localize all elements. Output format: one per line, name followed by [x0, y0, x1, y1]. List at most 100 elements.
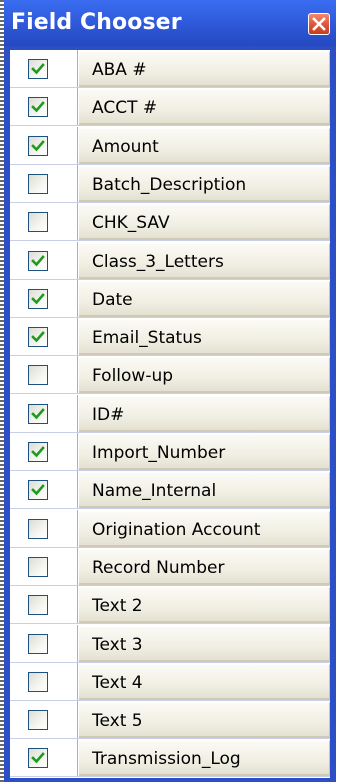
- field-row: Batch_Description: [10, 165, 330, 203]
- field-checkbox[interactable]: [28, 557, 48, 577]
- field-chooser-window: Field Chooser ABA # ACCT # Amount Batch_Des…: [4, 0, 336, 782]
- field-label: ACCT #: [92, 98, 158, 118]
- field-label: Origination Account: [92, 520, 261, 540]
- checkbox-cell: [10, 242, 78, 280]
- checkbox-cell: [10, 165, 78, 203]
- field-button[interactable]: Name_Internal: [79, 472, 330, 508]
- field-label: Text 2: [92, 596, 143, 616]
- checkmark-icon: [31, 408, 45, 420]
- field-label: Transmission_Log: [92, 749, 241, 769]
- field-button[interactable]: Import_Number: [79, 434, 330, 470]
- field-checkbox[interactable]: [28, 289, 48, 309]
- checkmark-icon: [31, 140, 45, 152]
- field-checkbox[interactable]: [28, 136, 48, 156]
- field-checkbox[interactable]: [28, 710, 48, 730]
- checkbox-cell: [10, 548, 78, 586]
- checkmark-icon: [31, 331, 45, 343]
- titlebar[interactable]: Field Chooser: [4, 0, 336, 46]
- field-label: ID#: [92, 405, 125, 425]
- row-divider: [10, 508, 330, 509]
- checkmark-icon: [31, 752, 45, 764]
- checkbox-cell: [10, 203, 78, 241]
- checkbox-cell: [10, 510, 78, 548]
- field-checkbox[interactable]: [28, 442, 48, 462]
- row-divider: [10, 240, 330, 241]
- checkbox-cell: [10, 471, 78, 509]
- field-row: Record Number: [10, 548, 330, 586]
- field-checkbox[interactable]: [28, 634, 48, 654]
- field-button[interactable]: ACCT #: [79, 89, 330, 125]
- field-row: Origination Account: [10, 510, 330, 548]
- field-button[interactable]: Email_Status: [79, 319, 330, 355]
- field-label: Name_Internal: [92, 481, 217, 501]
- field-row: Text 3: [10, 625, 330, 663]
- field-label: CHK_SAV: [92, 213, 170, 233]
- field-list: ABA # ACCT # Amount Batch_Description CHK_SA…: [10, 50, 330, 778]
- field-button[interactable]: CHK_SAV: [79, 204, 330, 240]
- checkmark-icon: [31, 101, 45, 113]
- field-checkbox[interactable]: [28, 365, 48, 385]
- checkbox-cell: [10, 625, 78, 663]
- checkbox-cell: [10, 356, 78, 394]
- field-row: Text 2: [10, 586, 330, 624]
- field-row: CHK_SAV: [10, 203, 330, 241]
- checkmark-icon: [31, 484, 45, 496]
- field-checkbox[interactable]: [28, 251, 48, 271]
- field-checkbox[interactable]: [28, 97, 48, 117]
- field-button[interactable]: Class_3_Letters: [79, 243, 330, 279]
- checkbox-cell: [10, 739, 78, 777]
- field-checkbox[interactable]: [28, 59, 48, 79]
- field-checkbox[interactable]: [28, 519, 48, 539]
- field-button[interactable]: Transmission_Log: [79, 740, 330, 776]
- field-label: Follow-up: [92, 366, 174, 386]
- checkbox-cell: [10, 701, 78, 739]
- field-checkbox[interactable]: [28, 748, 48, 768]
- checkbox-cell: [10, 395, 78, 433]
- field-row: Transmission_Log: [10, 739, 330, 777]
- field-button[interactable]: ABA #: [79, 51, 330, 87]
- field-checkbox[interactable]: [28, 404, 48, 424]
- field-row: Follow-up: [10, 356, 330, 394]
- field-checkbox[interactable]: [28, 327, 48, 347]
- field-label: ABA #: [92, 60, 147, 80]
- field-row: Import_Number: [10, 433, 330, 471]
- field-button[interactable]: Date: [79, 281, 330, 317]
- field-button[interactable]: Text 2: [79, 587, 330, 623]
- field-label: Date: [92, 290, 133, 310]
- close-icon: [312, 17, 326, 31]
- checkbox-cell: [10, 586, 78, 624]
- field-label: Amount: [92, 137, 159, 157]
- close-button[interactable]: [308, 13, 330, 35]
- checkmark-icon: [31, 255, 45, 267]
- row-divider: [10, 125, 330, 126]
- field-label: Text 3: [92, 635, 143, 655]
- field-button[interactable]: Text 3: [79, 626, 330, 662]
- row-divider: [10, 393, 330, 394]
- field-button[interactable]: ID#: [79, 396, 330, 432]
- row-divider: [10, 776, 330, 777]
- field-row: ID#: [10, 395, 330, 433]
- field-button[interactable]: Batch_Description: [79, 166, 330, 202]
- field-checkbox[interactable]: [28, 480, 48, 500]
- field-row: Date: [10, 280, 330, 318]
- checkbox-cell: [10, 318, 78, 356]
- field-row: ABA #: [10, 50, 330, 88]
- field-row: Text 4: [10, 663, 330, 701]
- field-button[interactable]: Text 5: [79, 702, 330, 738]
- field-row: Amount: [10, 127, 330, 165]
- field-button[interactable]: Record Number: [79, 549, 330, 585]
- checkbox-cell: [10, 88, 78, 126]
- field-checkbox[interactable]: [28, 174, 48, 194]
- checkmark-icon: [31, 446, 45, 458]
- checkbox-cell: [10, 50, 78, 88]
- field-checkbox[interactable]: [28, 595, 48, 615]
- field-button[interactable]: Amount: [79, 128, 330, 164]
- field-label: Batch_Description: [92, 175, 247, 195]
- field-button[interactable]: Text 4: [79, 664, 330, 700]
- field-button[interactable]: Origination Account: [79, 511, 330, 547]
- field-row: Text 5: [10, 701, 330, 739]
- field-checkbox[interactable]: [28, 212, 48, 232]
- checkbox-cell: [10, 663, 78, 701]
- field-checkbox[interactable]: [28, 672, 48, 692]
- field-button[interactable]: Follow-up: [79, 357, 330, 393]
